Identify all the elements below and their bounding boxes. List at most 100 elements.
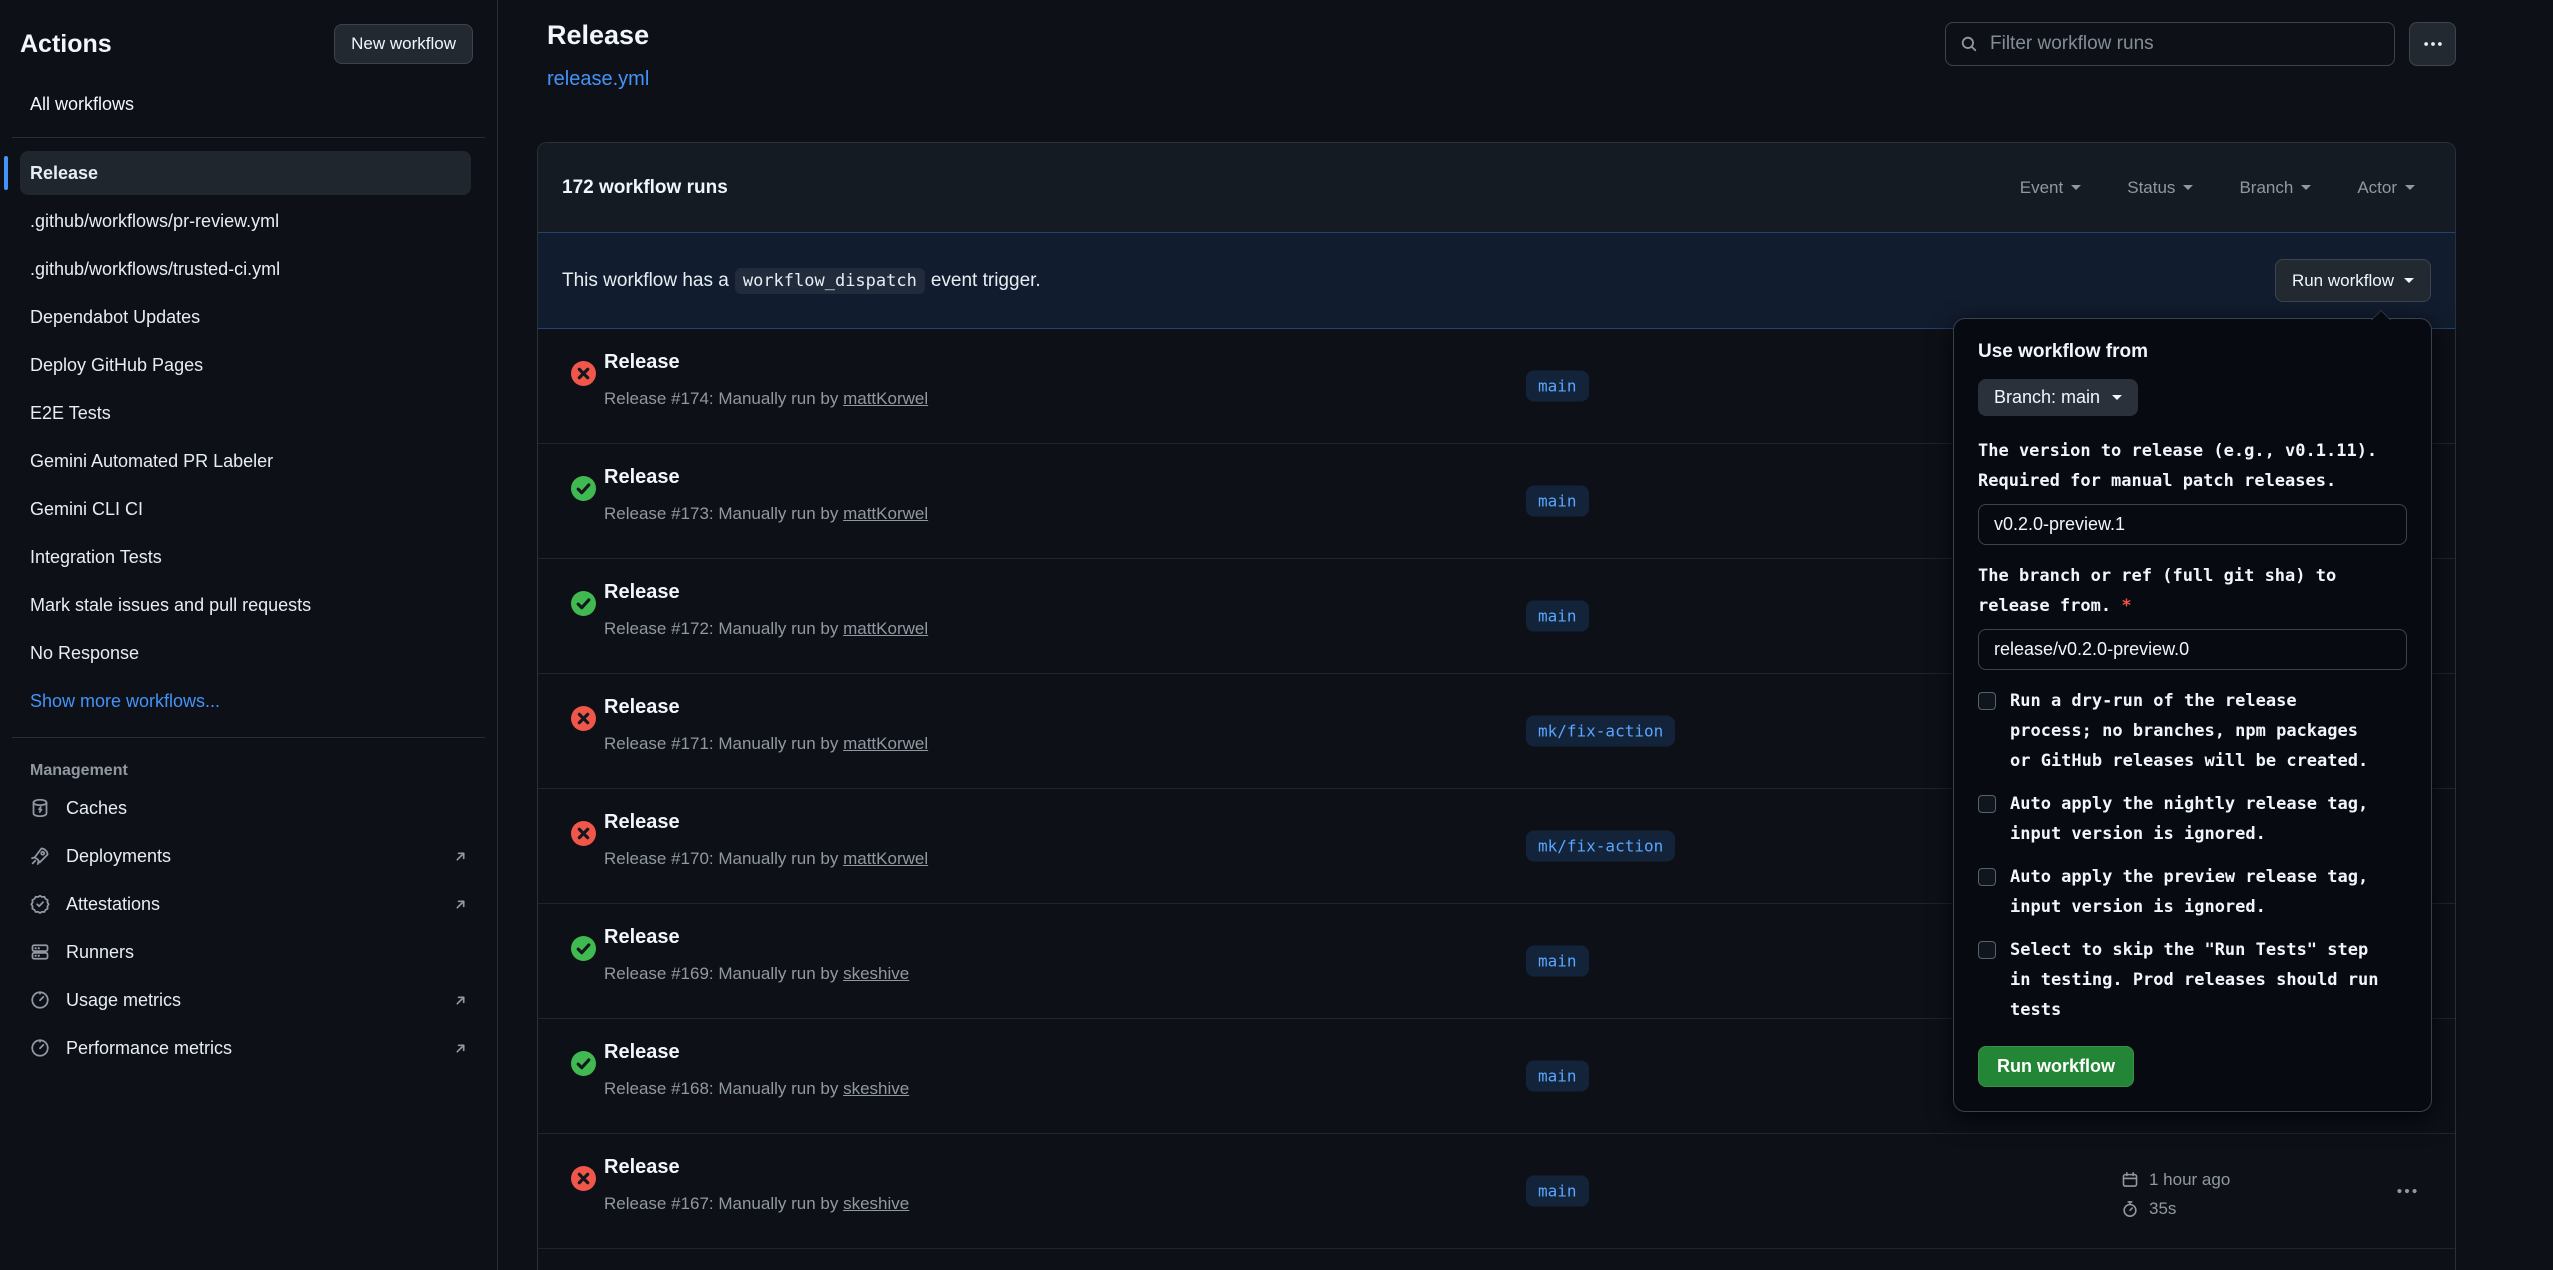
run-time: 1 hour ago (2149, 1170, 2230, 1190)
checkbox[interactable] (1978, 692, 1996, 710)
runs-list-header: 172 workflow runs EventStatusBranchActor (538, 143, 2455, 232)
checkbox-label: Select to skip the "Run Tests" step in t… (2010, 935, 2387, 1025)
required-asterisk: * (2121, 596, 2131, 616)
run-subtitle: Release #174: Manually run by mattKorwel (604, 389, 928, 409)
workflow-options-kebab-button[interactable] (2409, 22, 2456, 66)
sidebar-item-runners[interactable]: Runners (0, 928, 497, 976)
branch-badge[interactable]: main (1526, 486, 1589, 517)
actor-link[interactable]: mattKorwel (843, 734, 928, 753)
arrow-up-right-icon (452, 848, 469, 865)
sidebar-item-gemini-cli-ci[interactable]: Gemini CLI CI (0, 485, 497, 533)
sidebar-item-attestations[interactable]: Attestations (0, 880, 497, 928)
x-circle-icon (571, 821, 596, 846)
run-title-link[interactable]: Release (604, 581, 680, 604)
sidebar-item-deployments[interactable]: Deployments (0, 832, 497, 880)
sidebar-item-e2e-tests[interactable]: E2E Tests (0, 389, 497, 437)
arrow-up-right-icon (452, 992, 469, 1009)
check-circle-icon (571, 476, 596, 501)
actions-sidebar: Actions New workflow All workflows Relea… (0, 0, 498, 1270)
run-options-kebab-button[interactable] (2396, 1180, 2418, 1202)
sidebar-item-show-more-workflows[interactable]: Show more workflows... (0, 677, 497, 725)
workflow-list: Release.github/workflows/pr-review.yml.g… (0, 151, 497, 725)
meter-icon (30, 1038, 50, 1058)
management-item-label: Runners (66, 942, 134, 963)
checkbox[interactable] (1978, 868, 1996, 886)
run-subtitle: Release #168: Manually run by skeshive (604, 1079, 909, 1099)
run-title-link[interactable]: Release (604, 811, 680, 834)
meter-icon (30, 990, 50, 1010)
sidebar-item-deploy-github-pages[interactable]: Deploy GitHub Pages (0, 341, 497, 389)
run-subtitle: Release #172: Manually run by mattKorwel (604, 619, 928, 639)
banner-text: This workflow has aworkflow_dispatcheven… (562, 270, 1041, 292)
popup-checkbox-list: Run a dry-run of the release process; no… (1978, 686, 2407, 1025)
run-title-link[interactable]: Release (604, 1156, 680, 1179)
branch-badge[interactable]: mk/fix-action (1526, 716, 1675, 747)
run-title-link[interactable]: Release (604, 926, 680, 949)
sidebar-item-performance-metrics[interactable]: Performance metrics (0, 1024, 497, 1072)
actor-link[interactable]: mattKorwel (843, 389, 928, 408)
filter-branch[interactable]: Branch (2239, 178, 2311, 198)
new-workflow-button[interactable]: New workflow (334, 24, 473, 64)
x-circle-icon (571, 706, 596, 731)
filter-actor[interactable]: Actor (2357, 178, 2415, 198)
chevron-down-icon (2405, 185, 2415, 195)
actor-link[interactable]: mattKorwel (843, 504, 928, 523)
filter-status[interactable]: Status (2127, 178, 2193, 198)
popup-checkbox-row-3[interactable]: Auto apply the preview release tag, inpu… (1978, 862, 2407, 922)
management-list: Caches Deployments Attestations Runners Usag… (0, 784, 497, 1072)
branch-badge[interactable]: main (1526, 1176, 1589, 1207)
actor-link[interactable]: skeshive (843, 1194, 909, 1213)
workflow-dispatch-code: workflow_dispatch (735, 268, 925, 294)
sidebar-item-usage-metrics[interactable]: Usage metrics (0, 976, 497, 1024)
workflow-run-row: ReleaseRelease #167: Manually run by ske… (538, 1134, 2455, 1249)
run-title-link[interactable]: Release (604, 1041, 680, 1064)
popup-checkbox-row-2[interactable]: Auto apply the nightly release tag, inpu… (1978, 789, 2407, 849)
run-title-link[interactable]: Release (604, 351, 680, 374)
management-heading: Management (30, 762, 497, 780)
workflow-file-link[interactable]: release.yml (547, 68, 649, 91)
branch-badge[interactable]: main (1526, 946, 1589, 977)
actor-link[interactable]: skeshive (843, 964, 909, 983)
popup-checkbox-row-1[interactable]: Run a dry-run of the release process; no… (1978, 686, 2407, 776)
ref-input[interactable] (1978, 629, 2407, 670)
management-item-label: Caches (66, 798, 127, 819)
search-input[interactable] (1988, 32, 2380, 56)
checkbox[interactable] (1978, 941, 1996, 959)
run-workflow-submit-button[interactable]: Run workflow (1978, 1046, 2134, 1087)
actor-link[interactable]: mattKorwel (843, 849, 928, 868)
sidebar-item-github-workflows-pr-review-yml[interactable]: .github/workflows/pr-review.yml (0, 197, 497, 245)
branch-badge[interactable]: main (1526, 1061, 1589, 1092)
sidebar-item-no-response[interactable]: No Response (0, 629, 497, 677)
actor-link[interactable]: mattKorwel (843, 619, 928, 638)
run-title-link[interactable]: Release (604, 696, 680, 719)
arrow-up-right-icon (452, 1040, 469, 1057)
sidebar-item-github-workflows-trusted-ci-yml[interactable]: .github/workflows/trusted-ci.yml (0, 245, 497, 293)
kebab-icon (2423, 34, 2443, 54)
actor-link[interactable]: skeshive (843, 1079, 909, 1098)
sidebar-item-dependabot-updates[interactable]: Dependabot Updates (0, 293, 497, 341)
filter-runs-searchbox[interactable] (1945, 22, 2395, 66)
management-item-label: Attestations (66, 894, 160, 915)
sidebar-item-mark-stale-issues-and-pull-requests[interactable]: Mark stale issues and pull requests (0, 581, 497, 629)
sidebar-item-release[interactable]: Release (20, 151, 471, 195)
sidebar-item-all-workflows[interactable]: All workflows (12, 84, 485, 125)
run-meta: 1 hour ago35s (2121, 1170, 2230, 1219)
check-circle-icon (571, 591, 596, 616)
branch-selector-dropdown[interactable]: Branch: main (1978, 379, 2138, 416)
sidebar-item-gemini-automated-pr-labeler[interactable]: Gemini Automated PR Labeler (0, 437, 497, 485)
checkbox-label: Auto apply the preview release tag, inpu… (2010, 862, 2387, 922)
checkbox[interactable] (1978, 795, 1996, 813)
branch-badge[interactable]: mk/fix-action (1526, 831, 1675, 862)
management-divider (12, 737, 485, 738)
sidebar-item-caches[interactable]: Caches (0, 784, 497, 832)
workflow-dispatch-banner: This workflow has aworkflow_dispatcheven… (538, 232, 2455, 329)
popup-checkbox-row-4[interactable]: Select to skip the "Run Tests" step in t… (1978, 935, 2407, 1025)
branch-badge[interactable]: main (1526, 371, 1589, 402)
chevron-down-icon (2301, 185, 2311, 195)
run-workflow-dropdown-button[interactable]: Run workflow (2275, 259, 2431, 302)
filter-event[interactable]: Event (2020, 178, 2081, 198)
branch-badge[interactable]: main (1526, 601, 1589, 632)
run-title-link[interactable]: Release (604, 466, 680, 489)
version-input[interactable] (1978, 504, 2407, 545)
sidebar-item-integration-tests[interactable]: Integration Tests (0, 533, 497, 581)
